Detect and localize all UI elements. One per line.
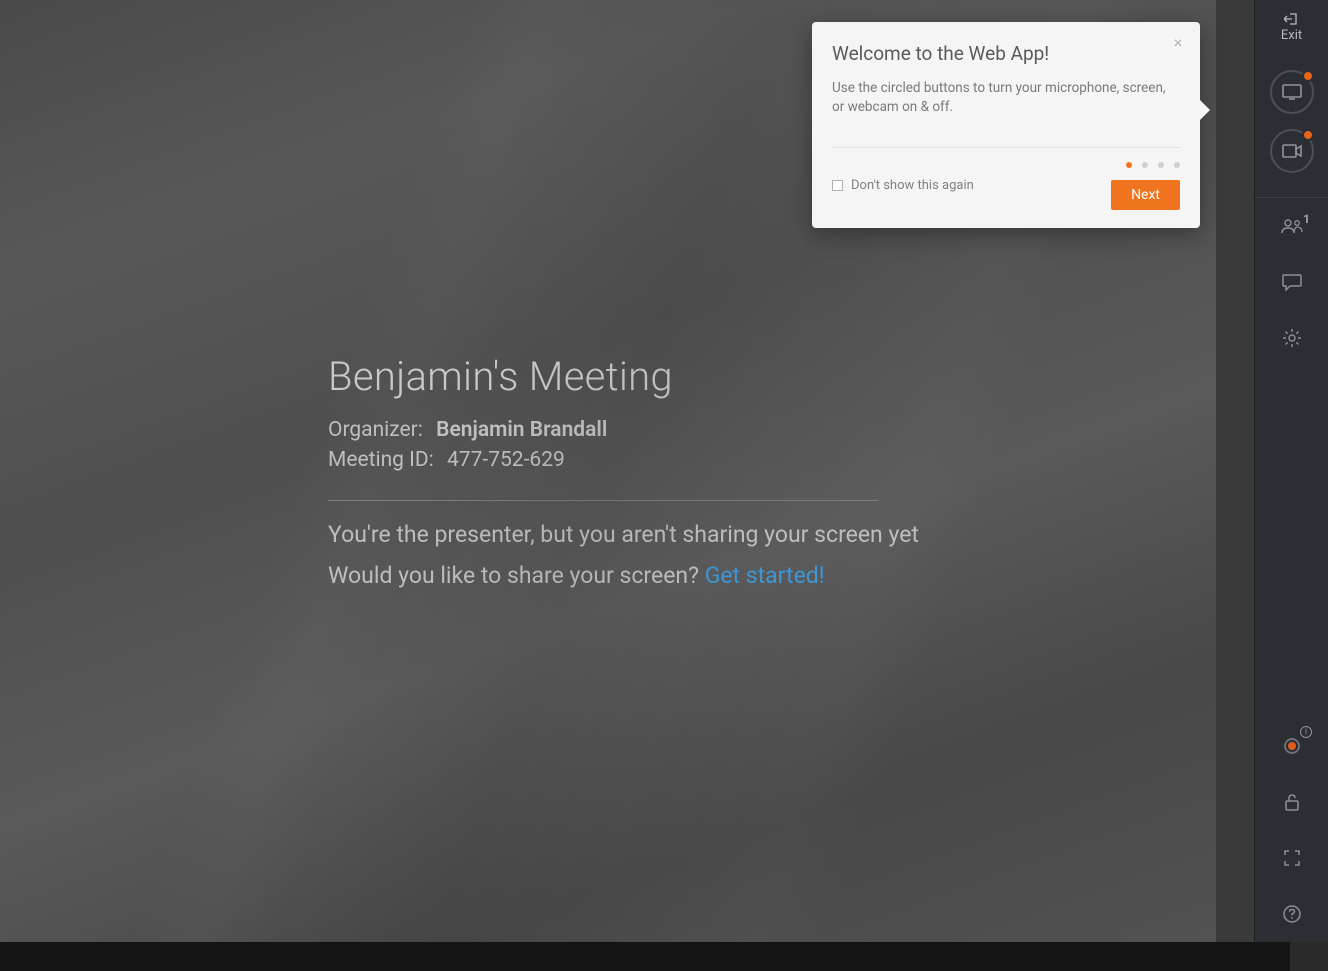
screen-icon	[1282, 84, 1302, 100]
attendees-button[interactable]: 1	[1255, 198, 1328, 254]
attendee-count-badge: 1	[1303, 212, 1310, 226]
organizer-name: Benjamin Brandall	[436, 418, 607, 442]
meeting-id-row: Meeting ID: 477-752-629	[328, 448, 1216, 472]
scrollbar-corner	[1290, 942, 1328, 971]
help-icon	[1283, 905, 1301, 923]
meeting-id-value: 477-752-629	[447, 448, 565, 472]
webcam-icon	[1282, 144, 1302, 158]
next-button[interactable]: Next	[1111, 180, 1180, 210]
settings-button[interactable]	[1255, 310, 1328, 366]
organizer-row: Organizer: Benjamin Brandall	[328, 418, 1216, 442]
popover-footer: Don't show this again Next	[832, 162, 1180, 210]
webcam-toggle[interactable]	[1270, 129, 1314, 173]
welcome-popover: × Welcome to the Web App! Use the circle…	[812, 22, 1200, 228]
people-icon	[1281, 218, 1303, 234]
chat-button[interactable]	[1255, 254, 1328, 310]
popover-separator	[832, 147, 1180, 148]
pager-dot-3[interactable]	[1158, 162, 1164, 168]
share-screen-toggle[interactable]	[1270, 70, 1314, 114]
dont-show-checkbox[interactable]: Don't show this again	[832, 178, 974, 193]
record-icon	[1284, 738, 1300, 754]
popover-close-button[interactable]: ×	[1170, 36, 1186, 52]
dont-show-label: Don't show this again	[851, 178, 974, 193]
exit-icon	[1284, 12, 1300, 26]
presenter-status-msg: You're the presenter, but you aren't sha…	[328, 521, 1216, 548]
pager-dot-4[interactable]	[1174, 162, 1180, 168]
unlock-icon	[1284, 793, 1300, 811]
info-badge-icon: i	[1300, 726, 1312, 738]
exit-label: Exit	[1281, 28, 1302, 43]
status-dot-off-icon	[1302, 70, 1314, 82]
help-button[interactable]	[1255, 886, 1328, 942]
sidebar-bottom-controls: i	[1255, 718, 1328, 942]
share-prompt-question: Would you like to share your screen?	[328, 562, 705, 589]
chat-icon	[1282, 273, 1302, 291]
get-started-link[interactable]: Get started!	[705, 562, 825, 589]
meeting-title: Benjamin's Meeting	[328, 353, 1216, 400]
gear-icon	[1282, 328, 1302, 348]
organizer-label: Organizer:	[328, 418, 423, 442]
divider	[328, 500, 878, 501]
close-icon: ×	[1174, 33, 1183, 52]
record-button[interactable]: i	[1255, 718, 1328, 774]
status-dot-off-icon	[1302, 129, 1314, 141]
pager-dots[interactable]	[1126, 162, 1180, 168]
pager-dot-1[interactable]	[1126, 162, 1132, 168]
meeting-id-label: Meeting ID:	[328, 448, 434, 472]
popover-title: Welcome to the Web App!	[832, 42, 1180, 65]
checkbox-box-icon	[832, 180, 843, 191]
popover-body: Use the circled buttons to turn your mic…	[832, 79, 1180, 117]
right-sidebar: Exit 1	[1254, 0, 1328, 942]
horizontal-scrollbar[interactable]	[0, 942, 1290, 971]
popover-right-column: Next	[1111, 162, 1180, 210]
exit-button[interactable]: Exit	[1255, 0, 1328, 55]
fullscreen-icon	[1284, 850, 1300, 866]
fullscreen-button[interactable]	[1255, 830, 1328, 886]
pager-dot-2[interactable]	[1142, 162, 1148, 168]
lock-button[interactable]	[1255, 774, 1328, 830]
share-prompt: Would you like to share your screen? Get…	[328, 562, 1216, 589]
